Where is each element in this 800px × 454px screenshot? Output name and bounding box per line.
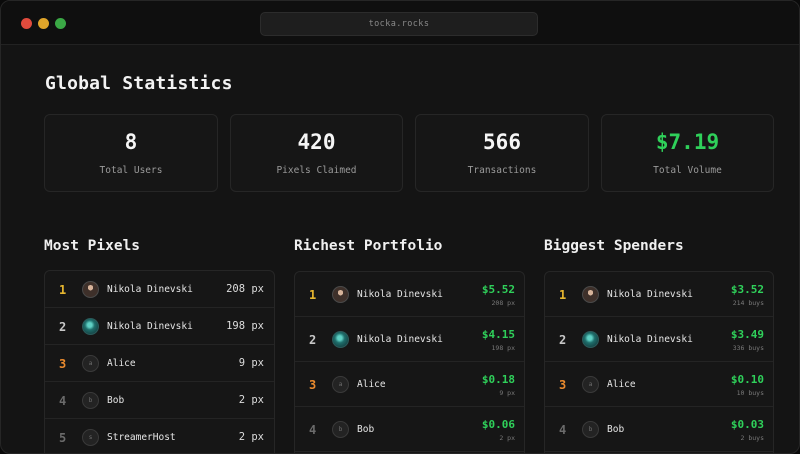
stat-card-total-users: 8 Total Users bbox=[44, 114, 218, 192]
pixel-count: 198 px bbox=[226, 320, 264, 332]
user-name: Nikola Dinevski bbox=[107, 284, 193, 295]
leaderboard-row[interactable]: 1 Nikola Dinevski 208 px bbox=[45, 271, 274, 308]
pixel-count: 208 px bbox=[491, 299, 515, 307]
rank-number: 3 bbox=[559, 378, 567, 392]
rank-number: 4 bbox=[309, 423, 317, 437]
stat-label: Total Users bbox=[99, 165, 163, 176]
buy-count: 336 buys bbox=[732, 344, 764, 352]
user-name: Bob bbox=[607, 424, 625, 435]
rank-number: 3 bbox=[309, 378, 317, 392]
avatar: s bbox=[82, 429, 99, 446]
pixel-count: 2 px bbox=[499, 434, 515, 442]
stat-card-pixels-claimed: 420 Pixels Claimed bbox=[230, 114, 403, 192]
maximize-window-button[interactable] bbox=[55, 18, 66, 29]
user-name: Nikola Dinevski bbox=[357, 334, 443, 345]
buy-count: 214 buys bbox=[732, 299, 764, 307]
leaderboard-row[interactable]: 2 Nikola Dinevski $4.15 198 px bbox=[295, 317, 524, 362]
leaderboard-row[interactable]: 2 Nikola Dinevski 198 px bbox=[45, 308, 274, 345]
biggest-spenders-leaderboard: 1 Nikola Dinevski $3.52 214 buys 2 Nikol… bbox=[544, 271, 774, 453]
rank-number: 1 bbox=[559, 288, 567, 302]
leaderboard-row[interactable]: 4 b Bob $0.06 2 px bbox=[295, 407, 524, 452]
leaderboard-row[interactable]: 4 b Bob $0.03 2 buys bbox=[545, 407, 773, 452]
pixel-count: 208 px bbox=[226, 283, 264, 295]
rank-number: 2 bbox=[309, 333, 317, 347]
avatar bbox=[82, 281, 99, 298]
user-name: Bob bbox=[357, 424, 375, 435]
stat-value: 8 bbox=[124, 130, 138, 154]
rank-number: 3 bbox=[59, 357, 67, 371]
rank-number: 1 bbox=[59, 283, 67, 297]
browser-window: tocka.rocks Global Statistics 8 Total Us… bbox=[0, 0, 800, 454]
amount-spent: $3.52 bbox=[730, 283, 764, 296]
stat-label: Total Volume bbox=[653, 165, 722, 176]
rank-number: 5 bbox=[59, 431, 67, 445]
avatar: b bbox=[582, 421, 599, 438]
pixel-count: 9 px bbox=[238, 357, 264, 369]
user-name: Nikola Dinevski bbox=[107, 321, 193, 332]
avatar bbox=[332, 286, 349, 303]
leaderboard-row[interactable]: 4 b Bob 2 px bbox=[45, 382, 274, 419]
page-content: Global Statistics 8 Total Users 420 Pixe… bbox=[1, 46, 799, 453]
user-name: Nikola Dinevski bbox=[607, 334, 693, 345]
avatar bbox=[332, 331, 349, 348]
portfolio-value: $5.52 bbox=[481, 283, 515, 296]
user-name: Nikola Dinevski bbox=[357, 289, 443, 300]
avatar: a bbox=[582, 376, 599, 393]
stat-label: Pixels Claimed bbox=[276, 165, 357, 176]
portfolio-value: $0.18 bbox=[481, 373, 515, 386]
user-name: Alice bbox=[107, 358, 136, 369]
buy-count: 2 buys bbox=[740, 434, 764, 442]
buy-count: 10 buys bbox=[736, 389, 764, 397]
stat-card-total-volume: $7.19 Total Volume bbox=[601, 114, 774, 192]
amount-spent: $3.49 bbox=[730, 328, 764, 341]
page-title: Global Statistics bbox=[45, 73, 233, 94]
leaderboard-row[interactable]: 3 a Alice $0.10 10 buys bbox=[545, 362, 773, 407]
portfolio-value: $4.15 bbox=[481, 328, 515, 341]
stat-card-transactions: 566 Transactions bbox=[415, 114, 589, 192]
user-name: Alice bbox=[357, 379, 386, 390]
most-pixels-title: Most Pixels bbox=[44, 238, 141, 254]
avatar: a bbox=[82, 355, 99, 372]
user-name: Nikola Dinevski bbox=[607, 289, 693, 300]
stat-label: Transactions bbox=[467, 165, 537, 176]
leaderboard-row[interactable]: 3 a Alice 9 px bbox=[45, 345, 274, 382]
portfolio-value: $0.06 bbox=[481, 418, 515, 431]
rank-number: 1 bbox=[309, 288, 317, 302]
stat-value: 420 bbox=[297, 130, 336, 154]
pixel-count: 9 px bbox=[499, 389, 515, 397]
leaderboard-row[interactable]: 1 Nikola Dinevski $3.52 214 buys bbox=[545, 272, 773, 317]
rank-number: 2 bbox=[559, 333, 567, 347]
avatar: a bbox=[332, 376, 349, 393]
address-bar[interactable]: tocka.rocks bbox=[260, 12, 538, 36]
pixel-count: 2 px bbox=[238, 394, 264, 406]
leaderboard-row[interactable]: 2 Nikola Dinevski $3.49 336 buys bbox=[545, 317, 773, 362]
most-pixels-leaderboard: 1 Nikola Dinevski 208 px 2 Nikola Dinevs… bbox=[44, 270, 275, 453]
biggest-spenders-title: Biggest Spenders bbox=[544, 238, 684, 254]
avatar: b bbox=[332, 421, 349, 438]
rank-number: 4 bbox=[59, 394, 67, 408]
minimize-window-button[interactable] bbox=[38, 18, 49, 29]
user-name: StreamerHost bbox=[107, 432, 176, 443]
amount-spent: $0.10 bbox=[730, 373, 764, 386]
stat-value: 566 bbox=[483, 130, 521, 154]
pixel-count: 198 px bbox=[491, 344, 515, 352]
stat-value: $7.19 bbox=[655, 130, 720, 154]
richest-portfolio-leaderboard: 1 Nikola Dinevski $5.52 208 px 2 Nikola … bbox=[294, 271, 525, 453]
user-name: Bob bbox=[107, 395, 125, 406]
user-name: Alice bbox=[607, 379, 636, 390]
rank-number: 4 bbox=[559, 423, 567, 437]
avatar bbox=[82, 318, 99, 335]
close-window-button[interactable] bbox=[21, 18, 32, 29]
avatar bbox=[582, 331, 599, 348]
pixel-count: 2 px bbox=[238, 431, 264, 443]
avatar: b bbox=[82, 392, 99, 409]
richest-portfolio-title: Richest Portfolio bbox=[294, 238, 443, 254]
leaderboard-row[interactable]: 5 s StreamerHost 2 px bbox=[45, 419, 274, 453]
avatar bbox=[582, 286, 599, 303]
amount-spent: $0.03 bbox=[730, 418, 764, 431]
rank-number: 2 bbox=[59, 320, 67, 334]
leaderboard-row[interactable]: 1 Nikola Dinevski $5.52 208 px bbox=[295, 272, 524, 317]
title-bar: tocka.rocks bbox=[1, 1, 799, 45]
leaderboard-row[interactable]: 3 a Alice $0.18 9 px bbox=[295, 362, 524, 407]
